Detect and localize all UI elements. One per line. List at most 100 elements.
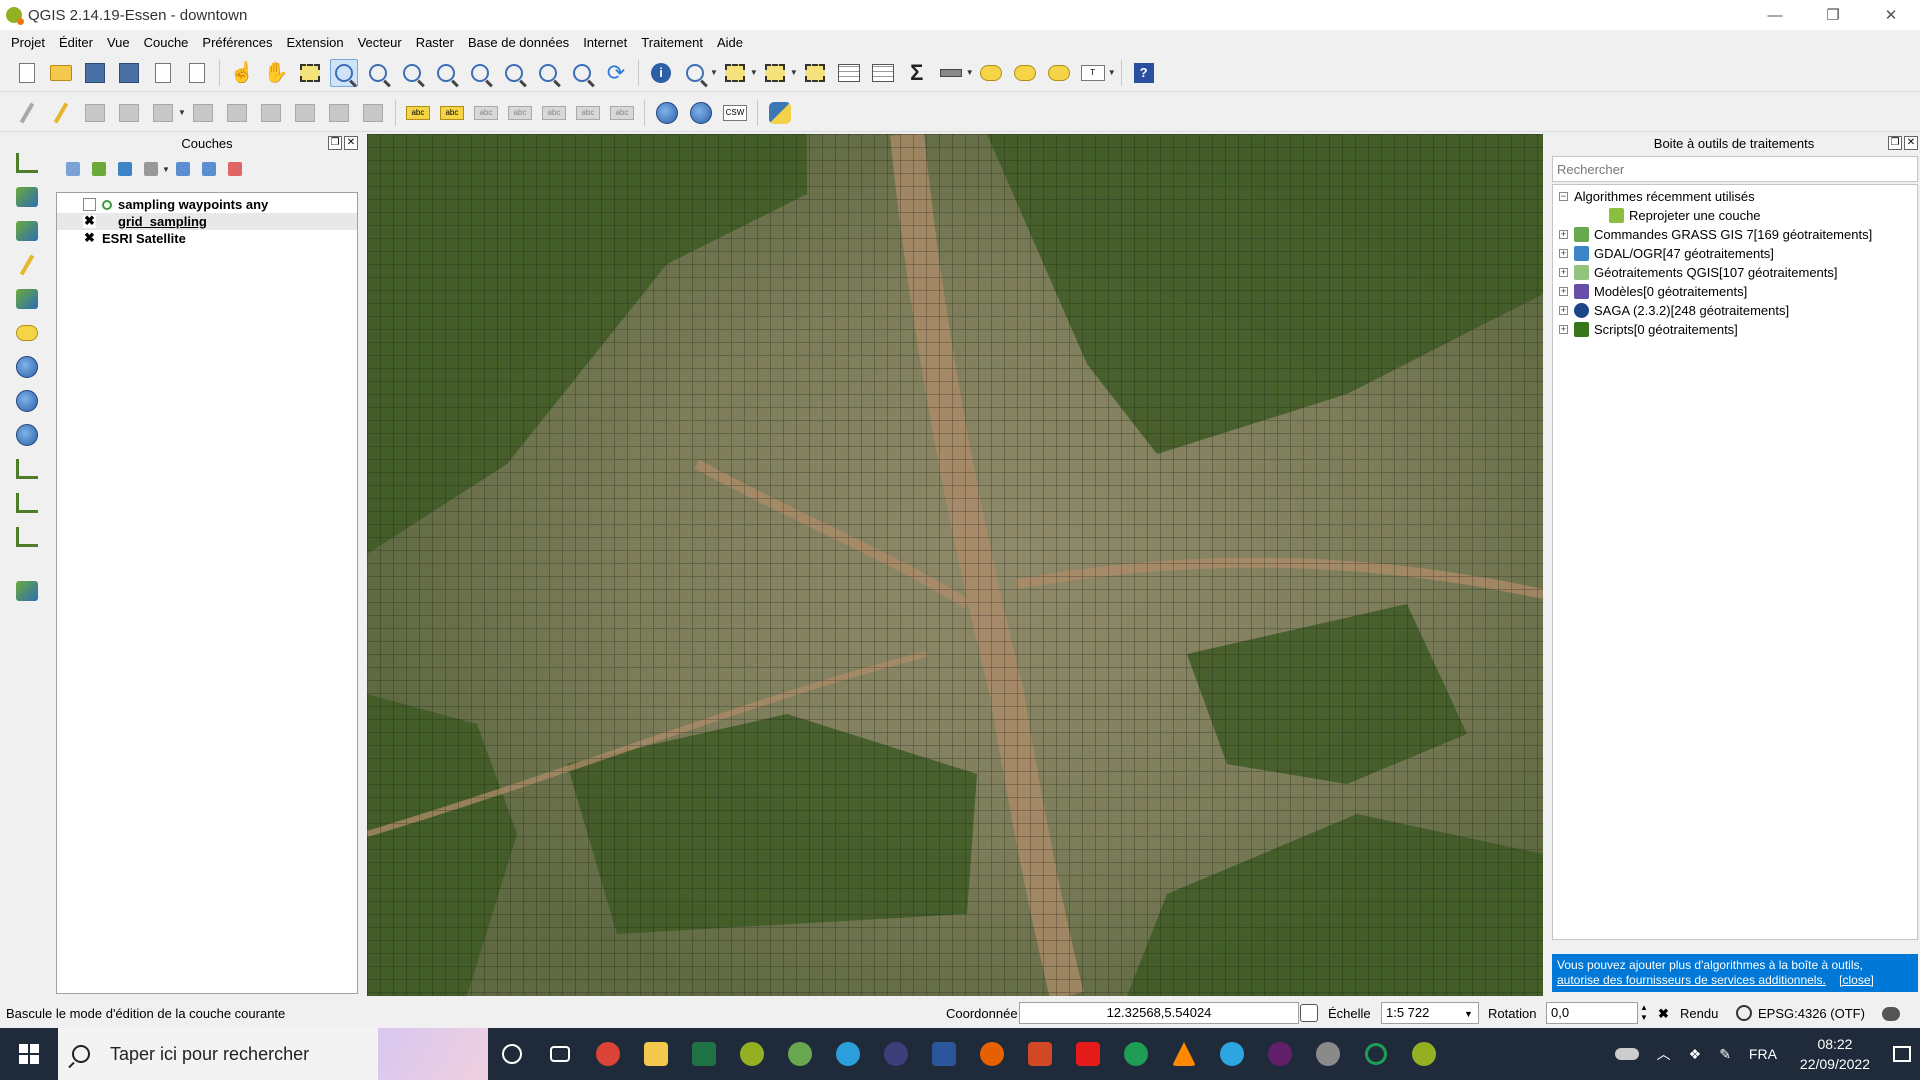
menu-traitement[interactable]: Traitement bbox=[634, 35, 710, 50]
pan-button[interactable]: ✋ bbox=[262, 59, 290, 87]
expand-toggle-icon[interactable]: + bbox=[1559, 268, 1568, 277]
expand-toggle-icon[interactable]: + bbox=[1559, 325, 1568, 334]
expand-toggle-icon[interactable]: + bbox=[1559, 306, 1568, 315]
python-console-button[interactable] bbox=[766, 99, 794, 127]
label-toolbar-button[interactable]: abc bbox=[404, 99, 432, 127]
new-bookmark-button[interactable] bbox=[1011, 59, 1039, 87]
menu-extension[interactable]: Extension bbox=[280, 35, 351, 50]
pin-label-button[interactable]: abc bbox=[472, 99, 500, 127]
save-as-button[interactable] bbox=[115, 59, 143, 87]
rotation-spinbox[interactable]: 0,0 bbox=[1546, 1002, 1638, 1024]
tree-item-scripts[interactable]: + Scripts[0 géotraitements] bbox=[1553, 320, 1917, 339]
notice-providers-link[interactable]: autorise des fournisseurs de services ad… bbox=[1557, 973, 1826, 987]
show-hide-label-button[interactable]: abc bbox=[506, 99, 534, 127]
node-tool-button[interactable] bbox=[149, 99, 177, 127]
close-panel-button[interactable]: ✕ bbox=[344, 136, 358, 150]
add-virtual-layer-button[interactable] bbox=[13, 489, 41, 517]
add-postgis-layer-button[interactable] bbox=[13, 217, 41, 245]
rotate-label-button[interactable]: abc bbox=[574, 99, 602, 127]
composer-manager-button[interactable] bbox=[183, 59, 211, 87]
delete-selected-button[interactable] bbox=[257, 99, 285, 127]
zoom-to-selection-button[interactable] bbox=[466, 59, 494, 87]
filter-expression-button[interactable] bbox=[140, 158, 162, 180]
tree-item-gdal[interactable]: + GDAL/OGR[47 géotraitements] bbox=[1553, 244, 1917, 263]
touch-zoom-button[interactable]: ☝ bbox=[228, 59, 256, 87]
spinbox-arrows-icon[interactable]: ▲ ▼ bbox=[1640, 1003, 1648, 1023]
collapse-toggle-icon[interactable]: − bbox=[1559, 192, 1568, 201]
current-edits-button[interactable] bbox=[13, 99, 41, 127]
menu-base-de-donnees[interactable]: Base de données bbox=[461, 35, 576, 50]
layer-visibility-checkbox[interactable]: ✖ bbox=[83, 231, 96, 245]
menu-projet[interactable]: Projet bbox=[4, 35, 52, 50]
save-project-button[interactable] bbox=[81, 59, 109, 87]
menu-preferences[interactable]: Préférences bbox=[195, 35, 279, 50]
metasearch-settings-button[interactable] bbox=[687, 99, 715, 127]
statistics-button[interactable]: Σ bbox=[903, 59, 931, 87]
add-spatialite-layer-button[interactable] bbox=[13, 251, 41, 279]
taskbar-app-sync[interactable] bbox=[1352, 1028, 1400, 1080]
zoom-actual-size-button[interactable] bbox=[398, 59, 426, 87]
remove-layer-button[interactable] bbox=[224, 158, 246, 180]
layer-row[interactable]: ✖ grid_sampling bbox=[57, 213, 357, 230]
close-panel-button[interactable]: ✕ bbox=[1904, 136, 1918, 150]
add-vector-layer-button[interactable] bbox=[13, 149, 41, 177]
zoom-out-button[interactable] bbox=[364, 59, 392, 87]
taskbar-app-acrobat[interactable] bbox=[1064, 1028, 1112, 1080]
show-bookmarks-button[interactable] bbox=[1045, 59, 1073, 87]
layer-row[interactable]: sampling waypoints any bbox=[57, 196, 357, 213]
taskbar-app-slack[interactable] bbox=[1256, 1028, 1304, 1080]
tree-item-saga[interactable]: + SAGA (2.3.2)[248 géotraitements] bbox=[1553, 301, 1917, 320]
taskbar-app-qgis-3[interactable] bbox=[1400, 1028, 1448, 1080]
taskbar-app-word[interactable] bbox=[920, 1028, 968, 1080]
task-view-button[interactable] bbox=[536, 1028, 584, 1080]
taskbar-app-powerpoint[interactable] bbox=[1016, 1028, 1064, 1080]
onedrive-tray-button[interactable] bbox=[1606, 1028, 1648, 1080]
zoom-full-button[interactable] bbox=[432, 59, 460, 87]
menu-editer[interactable]: Éditer bbox=[52, 35, 100, 50]
cut-features-button[interactable] bbox=[291, 99, 319, 127]
text-annotation-button[interactable]: T bbox=[1079, 59, 1107, 87]
metasearch-button[interactable] bbox=[653, 99, 681, 127]
messages-icon[interactable] bbox=[1882, 1007, 1900, 1021]
tree-item-models[interactable]: + Modèles[0 géotraitements] bbox=[1553, 282, 1917, 301]
save-edits-button[interactable] bbox=[81, 99, 109, 127]
dropbox-tray-button[interactable]: ❖ bbox=[1680, 1028, 1711, 1080]
menu-internet[interactable]: Internet bbox=[576, 35, 634, 50]
new-project-button[interactable] bbox=[13, 59, 41, 87]
tree-item-qgis[interactable]: + Géotraitements QGIS[107 géotraitements… bbox=[1553, 263, 1917, 282]
add-delimited-text-button[interactable] bbox=[13, 455, 41, 483]
taskbar-search-box[interactable]: Taper ici pour rechercher bbox=[58, 1028, 488, 1080]
taskbar-app-odk[interactable] bbox=[1112, 1028, 1160, 1080]
taskbar-app-firefox[interactable] bbox=[968, 1028, 1016, 1080]
minimize-button[interactable]: — bbox=[1746, 0, 1804, 30]
add-mssql-layer-button[interactable] bbox=[13, 285, 41, 313]
zoom-next-button[interactable] bbox=[568, 59, 596, 87]
chevron-down-icon[interactable]: ▼ bbox=[162, 165, 170, 174]
zoom-to-layer-button[interactable] bbox=[500, 59, 528, 87]
change-label-button[interactable]: abc bbox=[608, 99, 636, 127]
map-canvas[interactable] bbox=[367, 134, 1543, 996]
move-feature-button[interactable] bbox=[189, 99, 217, 127]
add-feature-button[interactable] bbox=[115, 99, 143, 127]
expand-toggle-icon[interactable]: + bbox=[1559, 287, 1568, 296]
chevron-down-icon[interactable]: ▼ bbox=[178, 108, 186, 117]
add-group-button[interactable] bbox=[88, 158, 110, 180]
filter-legend-button[interactable] bbox=[114, 158, 136, 180]
close-button[interactable]: ✕ bbox=[1862, 0, 1920, 30]
collapse-all-button[interactable] bbox=[198, 158, 220, 180]
clock[interactable]: 08:22 22/09/2022 bbox=[1786, 1034, 1884, 1074]
layers-tree[interactable]: sampling waypoints any ✖ grid_sampling ✖… bbox=[56, 192, 358, 994]
style-manager-button[interactable] bbox=[62, 158, 84, 180]
tree-item-grass[interactable]: + Commandes GRASS GIS 7[169 géotraitemen… bbox=[1553, 225, 1917, 244]
highlight-pinned-labels-button[interactable]: abc bbox=[438, 99, 466, 127]
taskbar-app-qgis[interactable] bbox=[728, 1028, 776, 1080]
chevron-down-icon[interactable]: ▼ bbox=[966, 68, 974, 77]
add-wcs-layer-button[interactable] bbox=[13, 387, 41, 415]
chevron-down-icon[interactable]: ▼ bbox=[750, 68, 758, 77]
copy-features-button[interactable] bbox=[325, 99, 353, 127]
crs-status[interactable]: EPSG:4326 (OTF) bbox=[1758, 1006, 1865, 1021]
expand-toggle-icon[interactable]: + bbox=[1559, 230, 1568, 239]
notifications-button[interactable] bbox=[1884, 1028, 1920, 1080]
menu-raster[interactable]: Raster bbox=[409, 35, 461, 50]
paste-features-button[interactable] bbox=[359, 99, 387, 127]
